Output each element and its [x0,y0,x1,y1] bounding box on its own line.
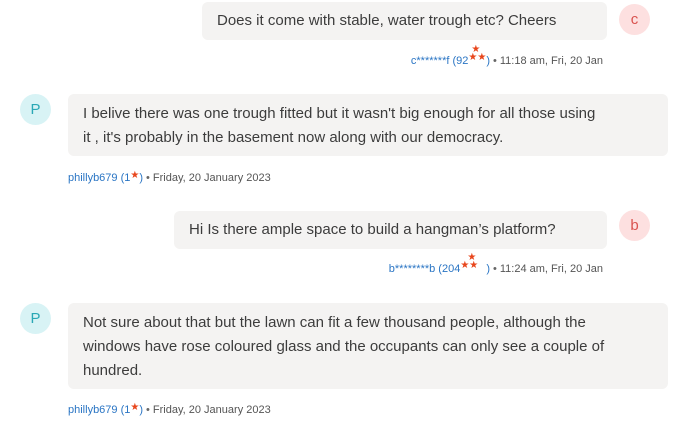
username-link[interactable]: b********b [389,263,435,275]
message-text-line: Not sure about that but the lawn can fit… [83,314,586,331]
avatar[interactable]: c [619,4,650,35]
star-icon: ★★★ [460,252,479,271]
message-meta: phillyb679 ( 1 ★ ) • Friday, 20 January … [68,170,271,184]
rating-score: 92 [456,55,469,67]
username-link[interactable]: phillyb679 [68,404,118,416]
message-text-line: it , it's probably in the basement now a… [83,129,504,146]
message-meta: c*******f ( 92 ★ ★ ★ ) • 11:18 am, Fri, 20… [410,44,603,67]
message-text-line: I belive there was one trough fitted but… [83,105,596,122]
separator: • [493,263,497,275]
message-bubble-3: Hi Is there ample space to build a hangm… [174,211,607,249]
avatar[interactable]: P [20,303,51,334]
separator: • [493,55,497,67]
avatar[interactable]: P [20,94,51,125]
star-icon: ★ [130,402,140,413]
message-meta: b********b ( 204 ★★ ★ ) • 11:24 am, Fri, … [388,252,603,275]
message-meta: phillyb679 ( 1 ★ ) • Friday, 20 January … [68,402,271,416]
message-text: Hi Is there ample space to build a hangm… [189,221,556,238]
separator: • [146,404,150,416]
username-link[interactable]: phillyb679 [68,172,118,184]
message-text-line: hundred. [83,362,143,379]
star-icon: ★★★ [468,44,487,63]
message-bubble-1: Does it come with stable, water trough e… [202,2,607,40]
message-bubble-2: I belive there was one trough fitted but… [68,94,668,156]
message-bubble-4: Not sure about that but the lawn can fit… [68,303,668,389]
timestamp: Friday, 20 January 2023 [152,404,271,416]
message-text-line: windows have rose coloured glass and the… [83,338,605,355]
timestamp: 11:24 am, Fri, 20 Jan [499,263,603,275]
star-icon: ★ [130,170,140,181]
rating-score: 204 [441,263,461,275]
avatar[interactable]: b [619,210,650,241]
timestamp: 11:18 am, Fri, 20 Jan [499,55,603,67]
message-text: Does it come with stable, water trough e… [217,12,557,29]
username-link[interactable]: c*******f [411,55,450,67]
timestamp: Friday, 20 January 2023 [152,172,271,184]
separator: • [146,172,150,184]
